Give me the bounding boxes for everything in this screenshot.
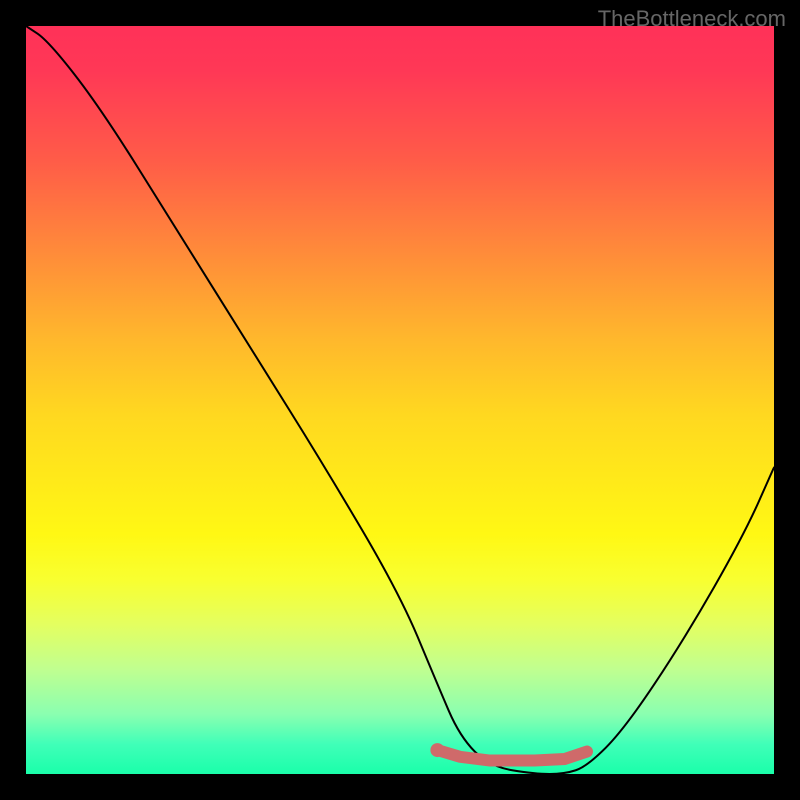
highlight-segment	[437, 750, 587, 760]
watermark-text: TheBottleneck.com	[598, 6, 786, 32]
plot-area	[26, 26, 774, 774]
chart-container: TheBottleneck.com	[0, 0, 800, 800]
marker-point	[430, 743, 444, 757]
curve-line	[26, 26, 774, 774]
chart-svg	[26, 26, 774, 774]
